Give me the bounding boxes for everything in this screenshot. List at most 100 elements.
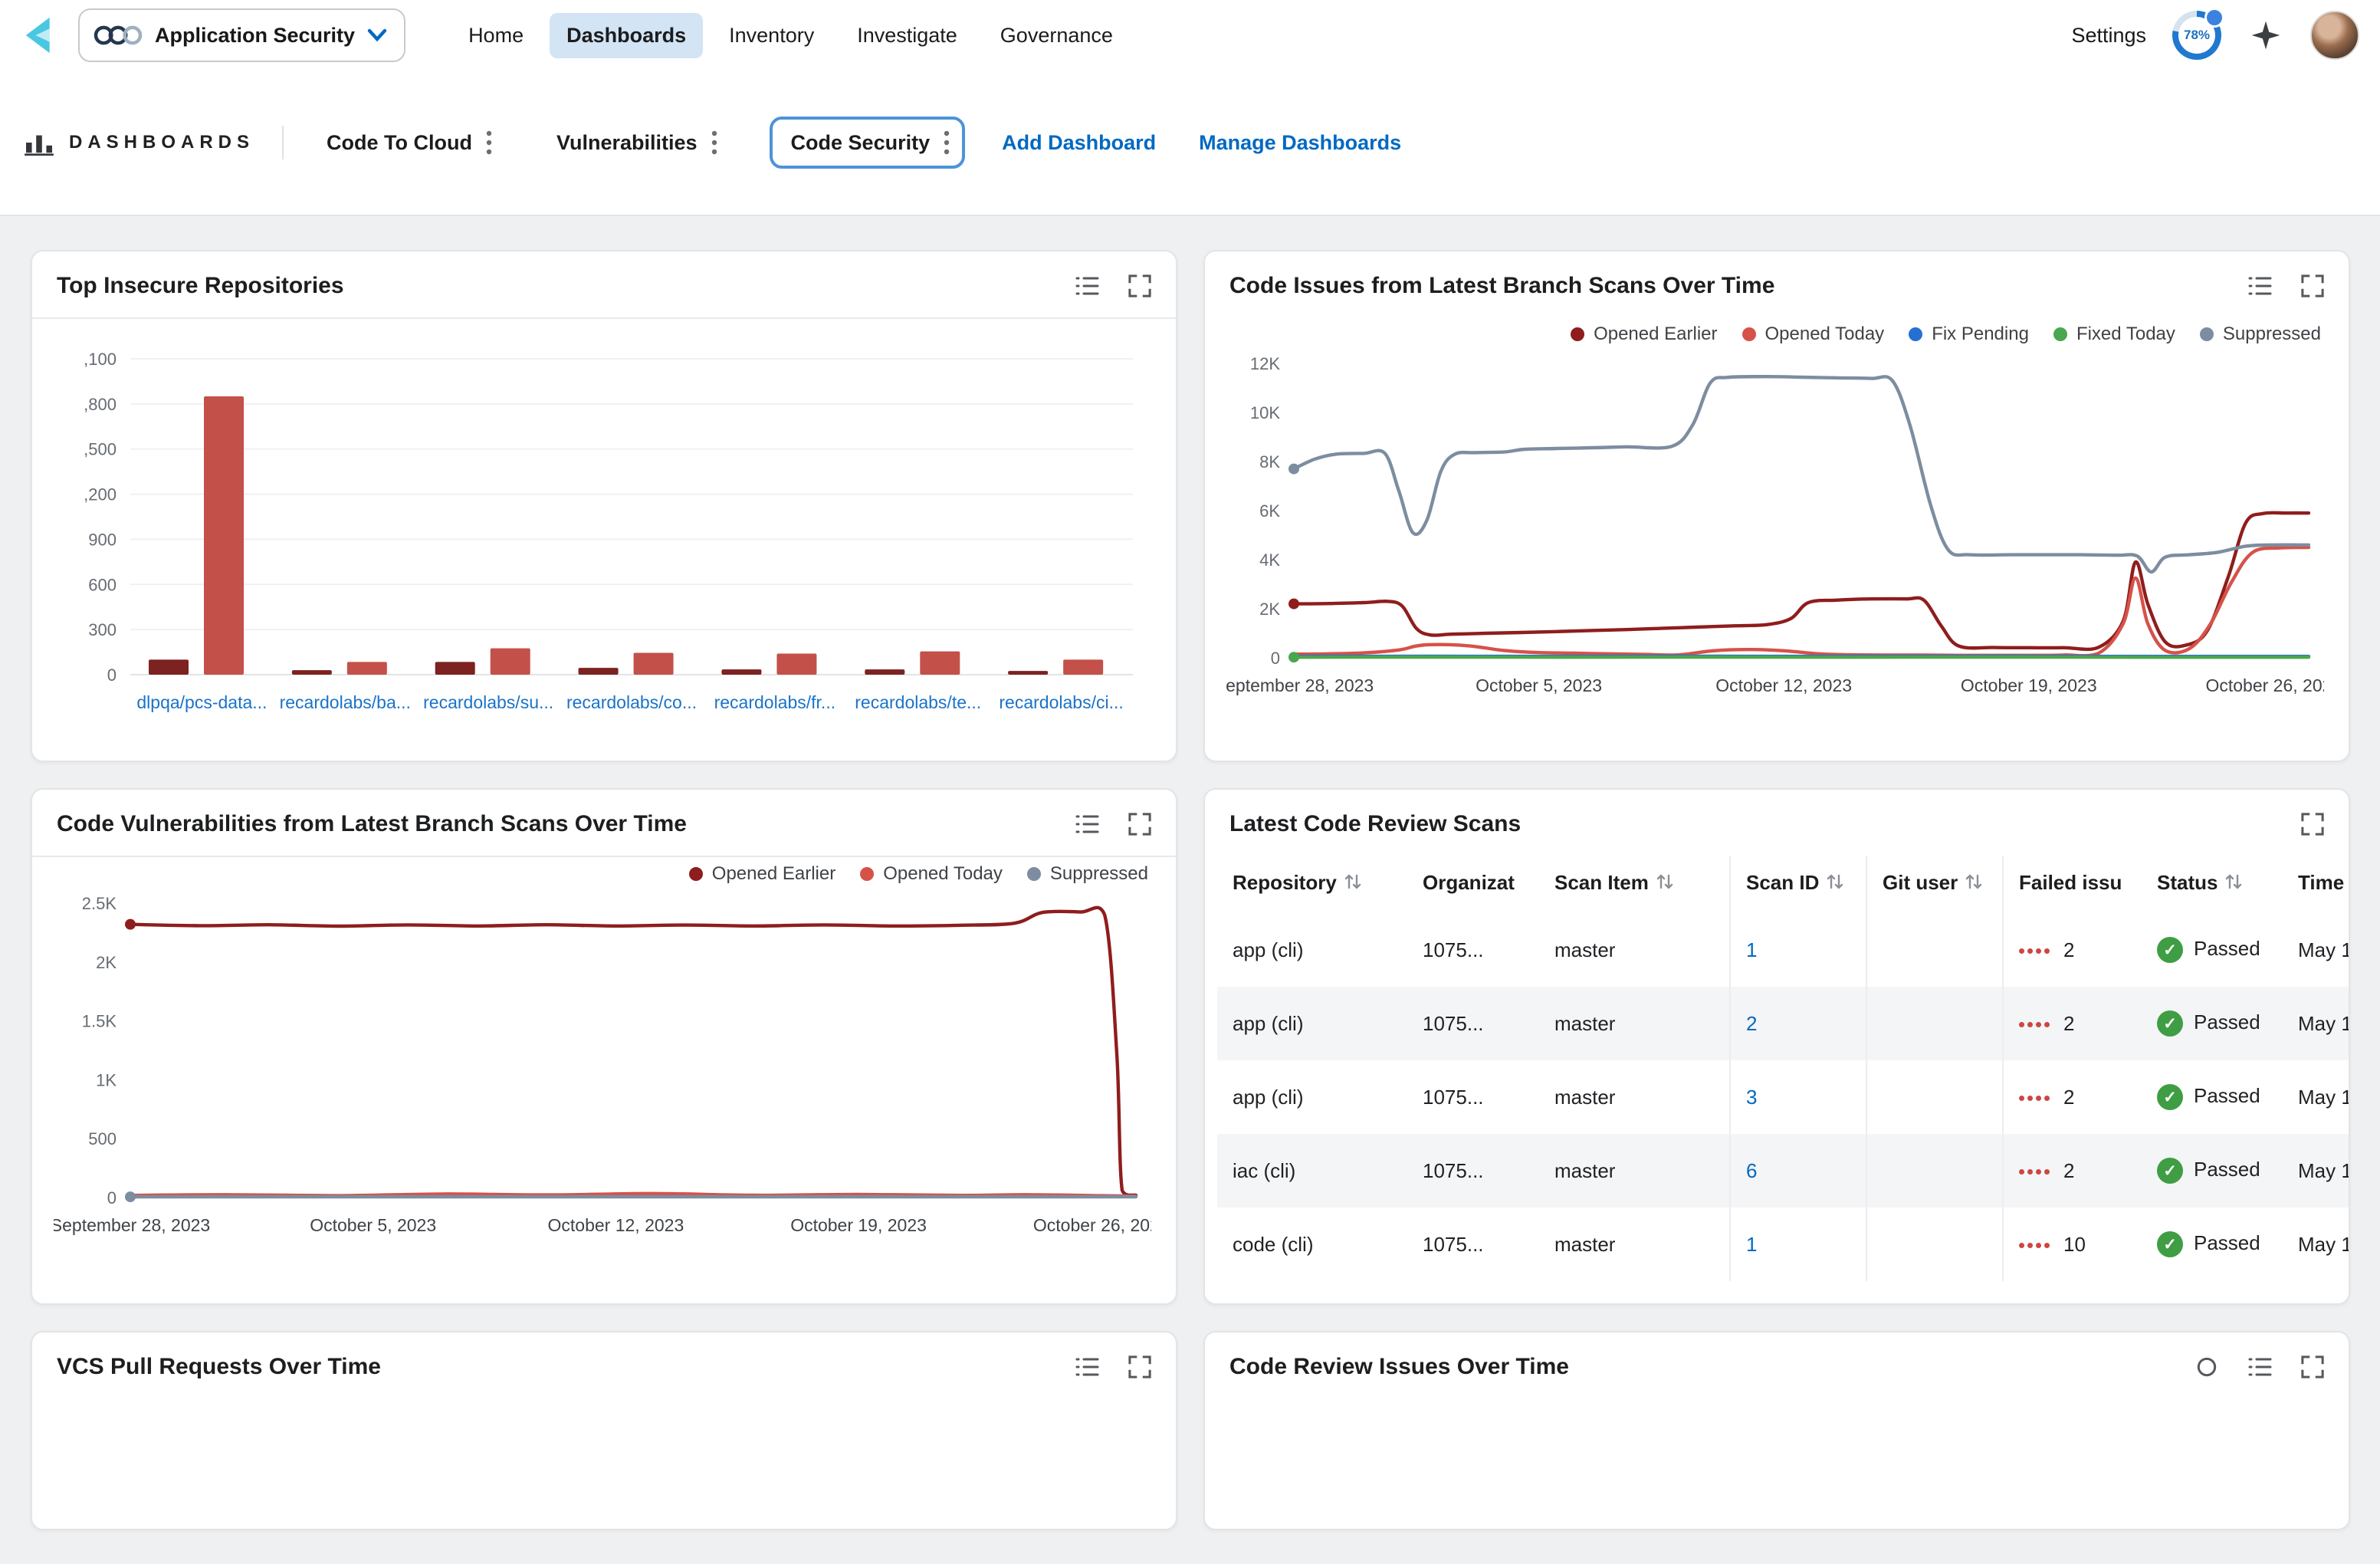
tab-label: Code Security xyxy=(791,131,931,155)
expand-icon[interactable] xyxy=(2301,1355,2324,1378)
kebab-menu-icon[interactable] xyxy=(483,130,495,155)
sort-icon[interactable] xyxy=(1965,872,1982,891)
column-header-scan-item[interactable]: Scan Item xyxy=(1539,856,1730,913)
severity-dots xyxy=(2019,1096,2050,1101)
expand-icon[interactable] xyxy=(2301,274,2324,297)
dashboards-section-label: DASHBOARDS xyxy=(69,132,254,153)
kebab-menu-icon[interactable] xyxy=(941,130,953,155)
table-row[interactable]: app (cli)1075...master12✓PassedMay 11, 2… xyxy=(1217,913,2350,987)
column-header-scan-id[interactable]: Scan ID xyxy=(1730,856,1866,913)
sort-icon[interactable] xyxy=(1827,872,1843,891)
cell-scan-item: master xyxy=(1539,1060,1730,1134)
cell-organization: 1075... xyxy=(1407,913,1539,987)
table-row[interactable]: iac (cli)1075...master62✓PassedMay 11, 2… xyxy=(1217,1134,2350,1208)
list-view-icon[interactable] xyxy=(1075,1356,1099,1378)
sort-icon[interactable] xyxy=(1344,872,1361,891)
cell-time: May 11, 2023 at... xyxy=(2283,1060,2350,1134)
table-row[interactable]: app (cli)1075...master32✓PassedMay 11, 2… xyxy=(1217,1060,2350,1134)
card-code-vulnerabilities-over-time: Code Vulnerabilities from Latest Branch … xyxy=(31,788,1177,1305)
kebab-menu-icon[interactable] xyxy=(708,130,721,155)
cell-time: May 11, 2023 at... xyxy=(2283,1134,2350,1208)
tab-code-security[interactable]: Code Security xyxy=(770,117,966,169)
svg-text:0: 0 xyxy=(1271,649,1280,668)
vertical-divider xyxy=(282,126,284,159)
tab-label: Vulnerabilities xyxy=(556,131,698,155)
list-view-icon[interactable] xyxy=(2247,275,2272,297)
list-view-icon[interactable] xyxy=(1075,813,1099,835)
nav-item-governance[interactable]: Governance xyxy=(983,13,1130,58)
column-header-status[interactable]: Status xyxy=(2142,856,2283,913)
list-view-icon[interactable] xyxy=(2247,1356,2272,1378)
nav-item-dashboards[interactable]: Dashboards xyxy=(550,13,703,58)
svg-text:1K: 1K xyxy=(96,1070,117,1089)
card-title: Code Vulnerabilities from Latest Branch … xyxy=(57,811,687,837)
column-header-organizat[interactable]: Organizat xyxy=(1407,856,1539,913)
add-dashboard-link[interactable]: Add Dashboard xyxy=(1002,131,1156,155)
brand-logo-icon[interactable] xyxy=(21,15,63,56)
legend-item[interactable]: Opened Earlier xyxy=(689,863,835,885)
column-header-time[interactable]: Time xyxy=(2283,856,2350,913)
svg-text:2.5K: 2.5K xyxy=(82,894,117,913)
legend-item[interactable]: Suppressed xyxy=(2200,324,2321,345)
list-view-icon[interactable] xyxy=(1075,275,1099,297)
repo-link[interactable]: recardolabs/su... xyxy=(423,692,553,712)
nav-item-investigate[interactable]: Investigate xyxy=(840,13,974,58)
bar-chart-top-insecure[interactable]: ,100,800,500,2009006003000dlpqa/pcs-data… xyxy=(54,319,1151,721)
tab-vulnerabilities[interactable]: Vulnerabilities xyxy=(544,115,733,170)
expand-icon[interactable] xyxy=(1128,1355,1151,1378)
tab-code-to-cloud[interactable]: Code To Cloud xyxy=(314,115,507,170)
repo-link[interactable]: dlpqa/pcs-data... xyxy=(136,692,267,712)
repo-link[interactable]: recardolabs/ci... xyxy=(999,692,1123,712)
progress-ring[interactable]: 78% xyxy=(2172,11,2221,60)
line-chart-code-issues[interactable]: 12K10K8K6K4K2K0September 28, 2023October… xyxy=(1226,345,2324,731)
legend-item[interactable]: Opened Earlier xyxy=(1571,324,1717,345)
scan-id-link[interactable]: 1 xyxy=(1746,1233,1757,1256)
card-title: Top Insecure Repositories xyxy=(57,273,344,299)
cell-git-user xyxy=(1866,1134,2003,1208)
status-check-icon: ✓ xyxy=(2157,1231,2183,1257)
cell-repository: app (cli) xyxy=(1217,1060,1407,1134)
scan-id-link[interactable]: 3 xyxy=(1746,1086,1757,1109)
expand-icon[interactable] xyxy=(1128,274,1151,297)
severity-dots xyxy=(2019,1022,2050,1027)
code-review-scans-table: RepositoryOrganizatScan ItemScan IDGit u… xyxy=(1217,856,2350,1281)
scan-id-link[interactable]: 6 xyxy=(1746,1159,1757,1182)
repo-link[interactable]: recardolabs/te... xyxy=(855,692,981,712)
sort-icon[interactable] xyxy=(2225,872,2242,891)
column-header-failed-issu[interactable]: Failed issu xyxy=(2003,856,2142,913)
donut-chart-icon[interactable] xyxy=(2195,1355,2218,1378)
scan-id-link[interactable]: 2 xyxy=(1746,1012,1757,1035)
legend-item[interactable]: Opened Today xyxy=(860,863,1003,885)
column-header-git-user[interactable]: Git user xyxy=(1866,856,2003,913)
user-avatar[interactable] xyxy=(2310,11,2359,60)
svg-text:October 5, 2023: October 5, 2023 xyxy=(310,1215,436,1235)
settings-link[interactable]: Settings xyxy=(2071,24,2146,48)
cell-scan-item: master xyxy=(1539,1208,1730,1281)
expand-icon[interactable] xyxy=(1128,813,1151,836)
legend-item[interactable]: Opened Today xyxy=(1742,324,1885,345)
status-check-icon: ✓ xyxy=(2157,1084,2183,1110)
legend-item[interactable]: Fixed Today xyxy=(2053,324,2175,345)
expand-icon[interactable] xyxy=(2301,813,2324,836)
repo-link[interactable]: recardolabs/co... xyxy=(566,692,697,712)
legend-dot xyxy=(689,867,703,881)
sort-icon[interactable] xyxy=(1656,872,1673,891)
line-chart-code-vulnerabilities[interactable]: 2.5K2K1.5K1K5000September 28, 2023Octobe… xyxy=(54,885,1151,1271)
table-row[interactable]: app (cli)1075...master22✓PassedMay 11, 2… xyxy=(1217,987,2350,1060)
cell-status: ✓Passed xyxy=(2142,1208,2283,1281)
app-module-selector[interactable]: Application Security xyxy=(78,8,405,62)
repo-link[interactable]: recardolabs/fr... xyxy=(714,692,836,712)
severity-dots xyxy=(2019,1243,2050,1248)
column-header-repository[interactable]: Repository xyxy=(1217,856,1407,913)
card-code-issues-over-time: Code Issues from Latest Branch Scans Ove… xyxy=(1203,250,2350,762)
manage-dashboards-link[interactable]: Manage Dashboards xyxy=(1199,131,1401,155)
nav-item-inventory[interactable]: Inventory xyxy=(712,13,831,58)
legend-item[interactable]: Suppressed xyxy=(1027,863,1148,885)
scan-id-link[interactable]: 1 xyxy=(1746,938,1757,961)
repo-link[interactable]: recardolabs/ba... xyxy=(280,692,411,712)
apps-grid-icon[interactable] xyxy=(2247,17,2284,54)
table-row[interactable]: code (cli)1075...master110✓PassedMay 12,… xyxy=(1217,1208,2350,1281)
legend-item[interactable]: Fix Pending xyxy=(1909,324,2029,345)
nav-item-home[interactable]: Home xyxy=(451,13,540,58)
legend-dot xyxy=(1027,867,1041,881)
